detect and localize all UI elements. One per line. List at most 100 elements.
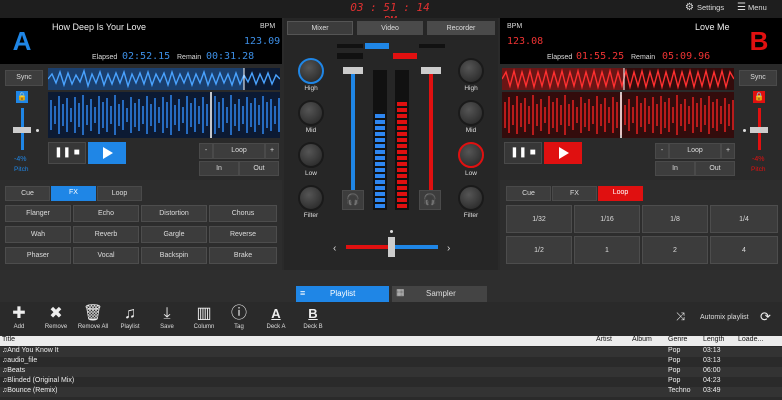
deck-b-overview-waveform[interactable] <box>502 68 734 90</box>
deck-b-play-button[interactable] <box>544 142 582 164</box>
crossfader-right-icon[interactable]: › <box>447 243 450 254</box>
fx-backspin-button[interactable]: Backspin <box>141 247 207 264</box>
shuffle-icon[interactable]: ⤨ <box>676 311 685 324</box>
loop-1-16-button[interactable]: 1/16 <box>574 205 640 233</box>
fx-brake-button[interactable]: Brake <box>209 247 277 264</box>
eq-b-high-knob[interactable] <box>458 58 484 84</box>
deck-a-main-waveform[interactable] <box>48 92 280 138</box>
tab-sampler[interactable]: ▦ Sampler <box>392 286 487 302</box>
fx-reverb-button[interactable]: Reverb <box>73 226 139 243</box>
fx-chorus-button[interactable]: Chorus <box>209 205 277 222</box>
volume-b-fader[interactable] <box>421 67 441 74</box>
remove-all-label: Remove All <box>77 324 109 330</box>
deck-a-fx-tab[interactable]: FX <box>51 186 96 201</box>
table-row[interactable]: ♫audio_file Pop 03:13 <box>0 357 782 367</box>
tab-video[interactable]: Video <box>357 21 423 35</box>
col-genre[interactable]: Genre <box>668 336 687 343</box>
deck-b-load-button[interactable]: B Deck B <box>296 304 330 330</box>
deck-b-headphones-icon[interactable]: 🎧 <box>419 190 441 210</box>
table-row[interactable]: ♫And You Know It Pop 03:13 <box>0 347 782 357</box>
save-button[interactable]: ⤓ Save <box>150 304 184 330</box>
fx-echo-button[interactable]: Echo <box>73 205 139 222</box>
remove-all-button[interactable]: 🗑 Remove All <box>76 304 110 330</box>
tab-recorder[interactable]: Recorder <box>427 21 495 35</box>
column-button[interactable]: ▥ Column <box>187 304 221 330</box>
eq-a-low-knob[interactable] <box>298 142 324 168</box>
deck-a-load-button[interactable]: A Deck A <box>259 304 293 330</box>
eq-a-mid-knob[interactable] <box>298 100 324 126</box>
loop-1-8-button[interactable]: 1/8 <box>642 205 708 233</box>
deck-a-loop-plus-button[interactable]: + <box>265 143 279 159</box>
remove-button[interactable]: ✖ Remove <box>39 304 73 330</box>
col-title[interactable]: Title <box>2 336 15 343</box>
deck-b-loop-plus-button[interactable]: + <box>721 143 735 159</box>
gear-icon[interactable]: ⚙ <box>685 2 694 13</box>
fx-gargle-button[interactable]: Gargle <box>141 226 207 243</box>
loop-1-button[interactable]: 1 <box>574 236 640 264</box>
deck-a-loop-in-button[interactable]: In <box>199 161 239 176</box>
tab-playlist-label: Playlist <box>330 289 356 298</box>
deck-a-pause-stop-button[interactable]: ❚❚ ■ <box>48 142 86 164</box>
deck-a-play-button[interactable] <box>88 142 126 164</box>
fx-wah-button[interactable]: Wah <box>5 226 71 243</box>
settings-button[interactable]: Settings <box>697 3 724 12</box>
deck-b-lock-icon[interactable]: 🔒 <box>753 91 765 103</box>
col-loaded[interactable]: Loade... <box>738 336 763 343</box>
loop-1-2-button[interactable]: 1/2 <box>506 236 572 264</box>
deck-a-pitch-slider[interactable] <box>13 127 31 133</box>
loop-1-4-button[interactable]: 1/4 <box>710 205 778 233</box>
deck-b-pitch-slider[interactable] <box>750 127 768 133</box>
deck-b-fx-tab[interactable]: FX <box>552 186 597 201</box>
deck-a-cue-tab[interactable]: Cue <box>5 186 50 201</box>
fx-vocal-button[interactable]: Vocal <box>73 247 139 264</box>
channel-b-indicator <box>393 53 417 59</box>
loop-2-button[interactable]: 2 <box>642 236 708 264</box>
fx-distortion-button[interactable]: Distortion <box>141 205 207 222</box>
fx-phaser-button[interactable]: Phaser <box>5 247 71 264</box>
deck-b-cue-tab[interactable]: Cue <box>506 186 551 201</box>
fx-reverse-button[interactable]: Reverse <box>209 226 277 243</box>
col-length[interactable]: Length <box>703 336 724 343</box>
table-row[interactable]: ♫Bounce (Remix) Techno 03:49 <box>0 387 782 397</box>
filter-b-knob[interactable] <box>458 185 484 211</box>
deck-b-loop-minus-button[interactable]: - <box>655 143 669 159</box>
crossfader-left-icon[interactable]: ‹ <box>333 243 336 254</box>
deck-a-lock-icon[interactable]: 🔒 <box>16 91 28 103</box>
deck-a-sync-button[interactable]: Sync <box>5 70 43 86</box>
deck-a-loop-out-button[interactable]: Out <box>239 161 279 176</box>
deck-a-loop-minus-button[interactable]: - <box>199 143 213 159</box>
table-row[interactable]: ♫Blinded (Original Mix) Pop 04:23 <box>0 377 782 387</box>
deck-b-pause-stop-button[interactable]: ❚❚ ■ <box>504 142 542 164</box>
col-album[interactable]: Album <box>632 336 652 343</box>
tab-playlist[interactable]: ≡ Playlist <box>296 286 389 302</box>
deck-b-sync-button[interactable]: Sync <box>739 70 777 86</box>
eq-b-low-knob[interactable] <box>458 142 484 168</box>
playlist-button[interactable]: ♫ Playlist <box>113 304 147 330</box>
track-genre: Pop <box>668 367 681 374</box>
deck-b-elapsed: 01:55.25 <box>576 51 625 62</box>
hamburger-icon[interactable]: ☰ <box>737 2 746 13</box>
menu-button[interactable]: Menu <box>748 3 767 12</box>
repeat-icon[interactable]: ⟳ <box>760 309 771 325</box>
table-row[interactable]: ♫Beats Pop 06:00 <box>0 367 782 377</box>
deck-a-loop-tab[interactable]: Loop <box>97 186 142 201</box>
deck-b-loop-out-button[interactable]: Out <box>695 161 735 176</box>
filter-a-knob[interactable] <box>298 185 324 211</box>
crossfader-handle[interactable] <box>388 237 395 257</box>
deck-b-main-waveform[interactable] <box>502 92 734 138</box>
deck-a-overview-waveform[interactable] <box>48 68 280 90</box>
loop-4-button[interactable]: 4 <box>710 236 778 264</box>
loop-1-32-button[interactable]: 1/32 <box>506 205 572 233</box>
deck-a-headphones-icon[interactable]: 🎧 <box>342 190 364 210</box>
eq-b-mid-knob[interactable] <box>458 100 484 126</box>
deck-b-loop-tab[interactable]: Loop <box>598 186 643 201</box>
tag-button[interactable]: ⓘ Tag <box>222 304 256 330</box>
fx-flanger-button[interactable]: Flanger <box>5 205 71 222</box>
eq-a-high-knob[interactable] <box>298 58 324 84</box>
add-button[interactable]: ✚ Add <box>2 304 36 330</box>
col-artist[interactable]: Artist <box>596 336 612 343</box>
automix-label[interactable]: Automix playlist <box>700 314 749 321</box>
volume-a-fader[interactable] <box>343 67 363 74</box>
deck-b-loop-in-button[interactable]: In <box>655 161 695 176</box>
tab-mixer[interactable]: Mixer <box>287 21 353 35</box>
